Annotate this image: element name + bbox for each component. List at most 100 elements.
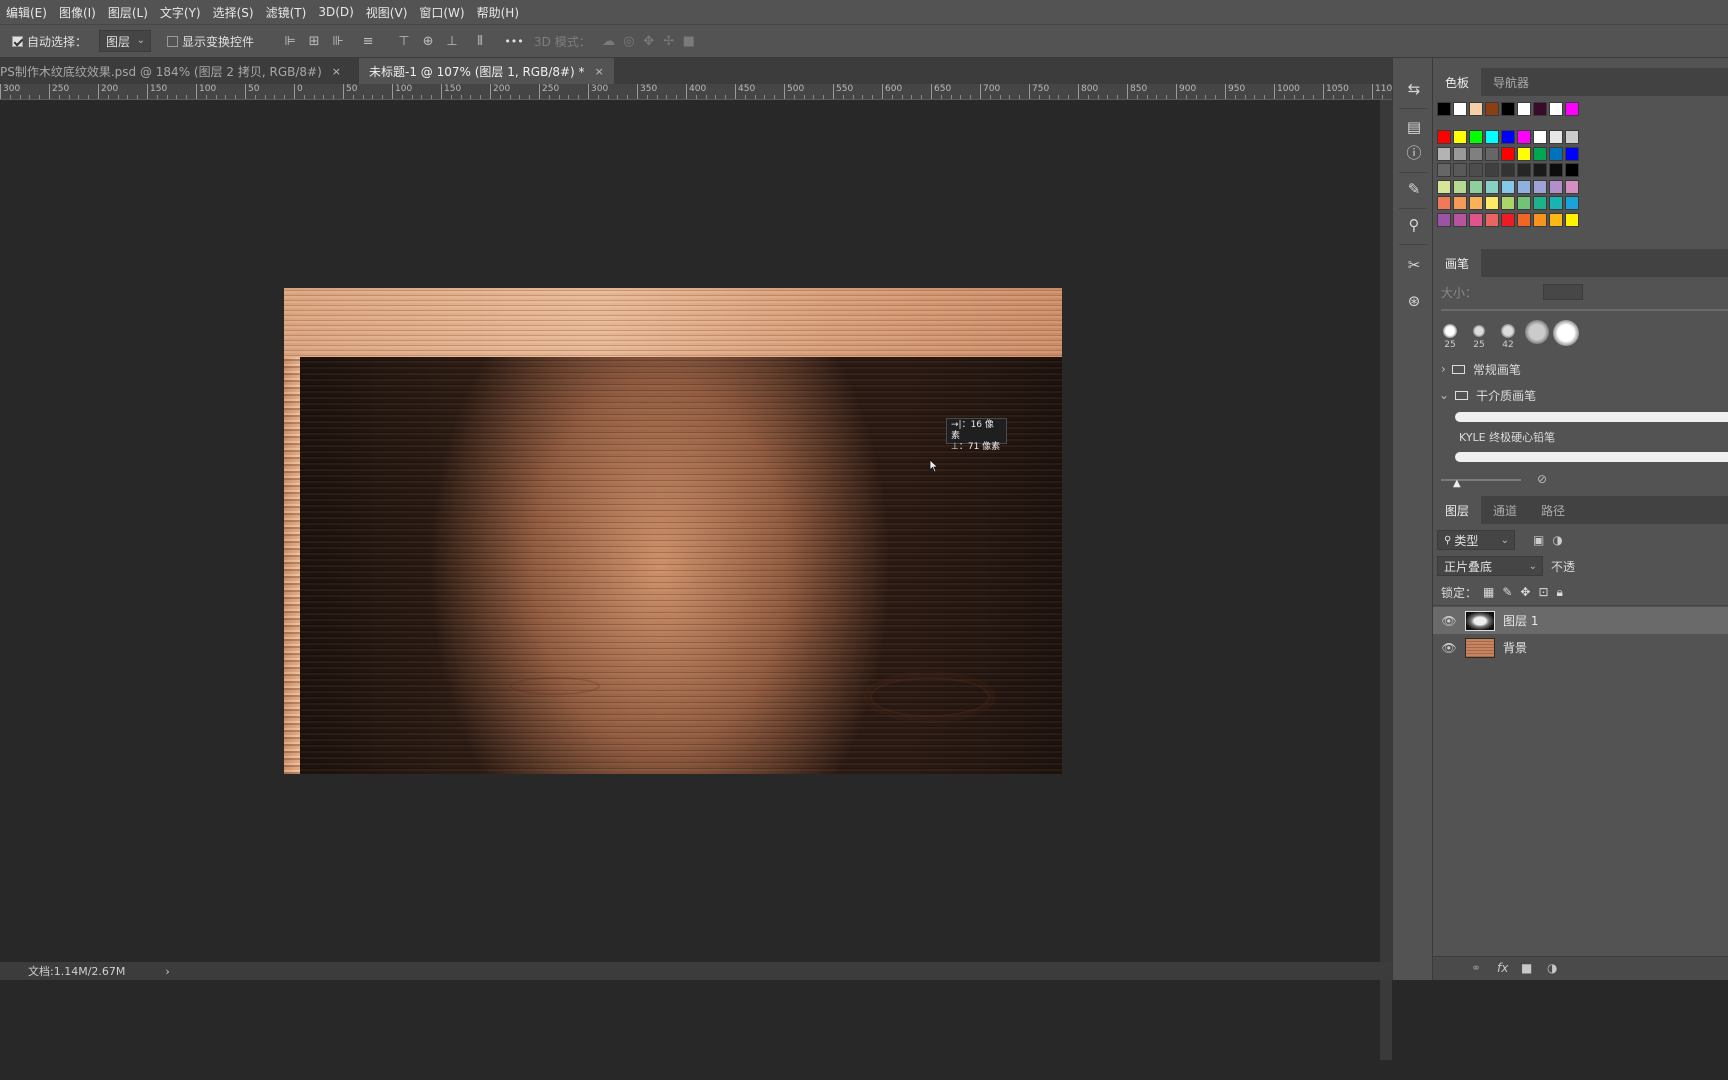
- swatch[interactable]: [1453, 130, 1467, 144]
- swatch[interactable]: [1469, 179, 1483, 194]
- document-canvas[interactable]: [284, 288, 1062, 774]
- swatch[interactable]: [1453, 212, 1467, 227]
- swatch[interactable]: [1485, 146, 1499, 161]
- swatch[interactable]: [1453, 163, 1467, 177]
- swatch[interactable]: [1533, 212, 1547, 227]
- status-menu-arrow[interactable]: ›: [165, 965, 169, 978]
- vertical-scrollbar[interactable]: [1380, 100, 1392, 1060]
- link-layers-icon[interactable]: ⚭: [1471, 961, 1481, 975]
- roll-3d-icon[interactable]: ◎: [619, 31, 639, 51]
- swatch[interactable]: [1565, 102, 1579, 116]
- brush-size-input[interactable]: [1543, 284, 1583, 300]
- camera-3d-icon[interactable]: ■: [679, 31, 699, 51]
- tab-untitled-1[interactable]: 未标题-1 @ 107% (图层 1, RGB/8#) * ×: [358, 58, 614, 84]
- swatch[interactable]: [1453, 179, 1467, 194]
- brush-group-general[interactable]: › 常规画笔: [1433, 360, 1728, 378]
- tab-layers[interactable]: 图层: [1433, 496, 1482, 524]
- swatch[interactable]: [1533, 146, 1547, 161]
- swatch[interactable]: [1469, 163, 1483, 177]
- menu-filter[interactable]: 滤镜(T): [260, 4, 313, 21]
- clone-source-icon[interactable]: ⚲: [1403, 214, 1425, 236]
- align-bottom-icon[interactable]: ⊥: [442, 31, 462, 51]
- align-hcenter-icon[interactable]: ⊞: [304, 31, 324, 51]
- swatch[interactable]: [1501, 179, 1515, 194]
- swatch[interactable]: [1517, 146, 1531, 161]
- close-icon[interactable]: ×: [595, 65, 604, 78]
- swatch[interactable]: [1549, 212, 1563, 227]
- tab-navigator[interactable]: 导航器: [1481, 68, 1541, 96]
- swatch[interactable]: [1517, 196, 1531, 210]
- swatch[interactable]: [1549, 196, 1563, 210]
- swatch[interactable]: [1437, 146, 1451, 161]
- swatch[interactable]: [1501, 146, 1515, 161]
- swatch[interactable]: [1501, 196, 1515, 210]
- info-icon[interactable]: ⓘ: [1403, 142, 1425, 164]
- more-options-button[interactable]: •••: [504, 31, 524, 51]
- distribute-icon[interactable]: ≡: [358, 31, 378, 51]
- swatch[interactable]: [1469, 102, 1483, 116]
- libraries-icon[interactable]: ⊛: [1403, 290, 1425, 312]
- swatch[interactable]: [1533, 102, 1547, 116]
- history-icon[interactable]: ⇆: [1403, 78, 1425, 100]
- brush-settings-icon[interactable]: ✎: [1403, 178, 1425, 200]
- menu-window[interactable]: 窗口(W): [413, 4, 470, 21]
- swatch[interactable]: [1533, 179, 1547, 194]
- brush-preset-soft-small[interactable]: [1443, 324, 1457, 338]
- swatch[interactable]: [1469, 212, 1483, 227]
- swatch[interactable]: [1485, 212, 1499, 227]
- swatch[interactable]: [1549, 146, 1563, 161]
- layer-row-background[interactable]: 👁︎ 背景: [1433, 634, 1728, 661]
- swatch[interactable]: [1437, 163, 1451, 177]
- menu-help[interactable]: 帮助(H): [471, 4, 525, 21]
- lock-pixels-icon[interactable]: ✎: [1502, 585, 1512, 599]
- swatch[interactable]: [1565, 146, 1579, 161]
- auto-select-checkbox[interactable]: [12, 35, 23, 47]
- swatch[interactable]: [1549, 179, 1563, 194]
- close-icon[interactable]: ×: [332, 65, 341, 78]
- swatch[interactable]: [1549, 102, 1563, 116]
- menu-select[interactable]: 选择(S): [207, 4, 260, 21]
- swatch[interactable]: [1565, 196, 1579, 210]
- swatch[interactable]: [1517, 163, 1531, 177]
- swatch[interactable]: [1501, 102, 1515, 116]
- swatch[interactable]: [1485, 196, 1499, 210]
- swatch[interactable]: [1565, 179, 1579, 194]
- align-vcenter-icon[interactable]: ⊕: [418, 31, 438, 51]
- show-transform-checkbox[interactable]: [167, 35, 179, 47]
- tab-brushes[interactable]: 画笔: [1433, 249, 1482, 277]
- menu-3d[interactable]: 3D(D): [312, 5, 359, 19]
- eye-icon[interactable]: 👁︎: [1441, 641, 1457, 655]
- swatch[interactable]: [1501, 130, 1515, 144]
- menu-layer[interactable]: 图层(L): [102, 4, 154, 21]
- properties-icon[interactable]: ▤: [1403, 116, 1425, 138]
- brush-item-kyle[interactable]: KYLE 终极硬心铅笔: [1433, 428, 1728, 446]
- swatch[interactable]: [1517, 130, 1531, 144]
- lock-position-icon[interactable]: ✥: [1520, 585, 1530, 599]
- menu-image[interactable]: 图像(I): [53, 4, 102, 21]
- lock-artboard-icon[interactable]: ⊡: [1538, 585, 1548, 599]
- auto-select-dropdown[interactable]: 图层 ⌄: [99, 30, 152, 52]
- swatch[interactable]: [1469, 196, 1483, 210]
- swatch[interactable]: [1437, 102, 1451, 116]
- swatch[interactable]: [1501, 163, 1515, 177]
- brush-group-dry-media[interactable]: ⌄ 干介质画笔: [1433, 386, 1728, 404]
- swatch[interactable]: [1485, 102, 1499, 116]
- tool-presets-icon[interactable]: ✂: [1403, 254, 1425, 276]
- swatch[interactable]: [1485, 179, 1499, 194]
- horizontal-ruler[interactable]: 300 250 200 150 100 50 0 50 100 150 200 250 300 350 40…: [0, 84, 1392, 100]
- menu-type[interactable]: 文字(Y): [154, 4, 207, 21]
- swatch[interactable]: [1437, 212, 1451, 227]
- adjustment-layer-icon[interactable]: ◑: [1547, 961, 1557, 975]
- add-mask-icon[interactable]: ■: [1521, 961, 1532, 975]
- eye-icon[interactable]: 👁︎: [1441, 614, 1457, 628]
- pan-3d-icon[interactable]: ✥: [639, 31, 659, 51]
- align-top-icon[interactable]: ⊤: [394, 31, 414, 51]
- swatch[interactable]: [1565, 130, 1579, 144]
- brush-preset-soft-tiny[interactable]: [1473, 325, 1485, 337]
- swatch[interactable]: [1549, 163, 1563, 177]
- brush-preset-soft-large[interactable]: [1525, 320, 1549, 344]
- layer-row-layer1[interactable]: 👁︎ 图层 1: [1433, 607, 1728, 634]
- swatch[interactable]: [1485, 163, 1499, 177]
- menu-edit[interactable]: 编辑(E): [0, 4, 53, 21]
- swatch[interactable]: [1565, 163, 1579, 177]
